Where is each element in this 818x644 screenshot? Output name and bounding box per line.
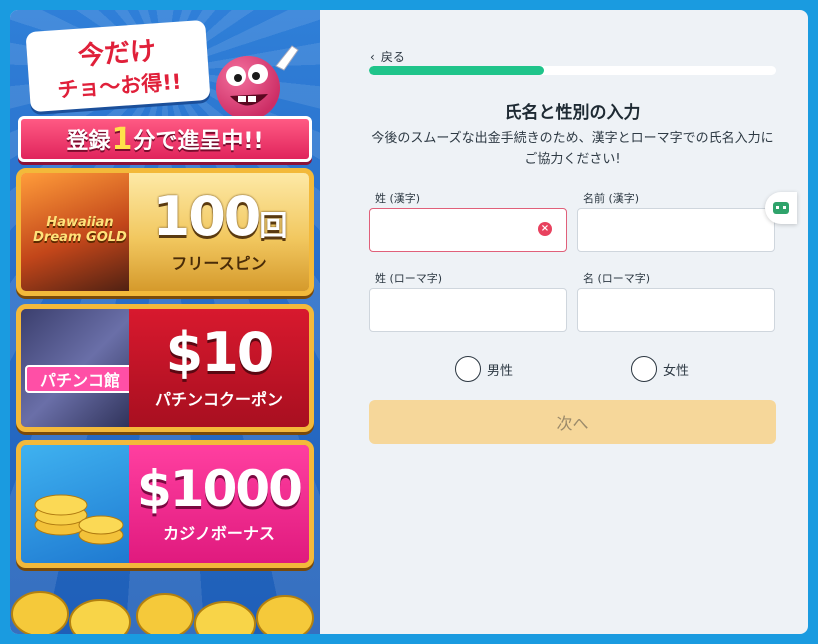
first-name-kanji-input[interactable]	[577, 208, 775, 252]
promo-card-casino-bonus[interactable]: $1000 カジノボーナス	[16, 440, 314, 568]
gender-male-label: 男性	[487, 363, 514, 379]
chevron-left-icon: ‹	[370, 49, 375, 64]
progress-fill	[369, 66, 544, 75]
limited-line1: 今だけ	[77, 35, 158, 72]
promo-card-free-spins[interactable]: Hawaiian Dream GOLD 100回 フリースピン	[16, 168, 314, 296]
gender-male-radio[interactable]: 男性	[455, 356, 513, 382]
slot-game-art: Hawaiian Dream GOLD	[21, 173, 139, 291]
last-name-roman-input[interactable]	[369, 288, 567, 332]
first-name-roman-input[interactable]	[577, 288, 775, 332]
headline-number: 1	[111, 121, 133, 157]
last-name-kanji-label: 姓 (漢字)	[375, 192, 421, 205]
promo-card-pachinko[interactable]: パチンコ館 $10 パチンコクーポン	[16, 304, 314, 432]
radio-circle[interactable]	[455, 356, 481, 382]
page-description: 今後のスムーズな出金手続きのため、漢字とローマ字での氏名入力にご協力ください!	[371, 131, 774, 167]
back-label: 戻る	[380, 50, 405, 64]
promo-banner[interactable]: 今だけ チョ〜お得!! 登録 1 分で進呈中!! Hawaiian Dream …	[10, 10, 320, 634]
headline-post: 分で進呈中!!	[133, 129, 264, 154]
coins-art	[21, 445, 139, 563]
first-name-roman-label: 名 (ローマ字)	[583, 272, 651, 285]
last-name-roman-label: 姓 (ローマ字)	[375, 272, 443, 285]
pachinko-panel: $10 パチンコクーポン	[129, 309, 309, 427]
pachinko-art: パチンコ館	[21, 309, 139, 427]
registration-form: ‹ 戻る 氏名と性別の入力 今後のスムーズな出金手続きのため、漢字とローマ字での…	[320, 10, 808, 634]
back-link[interactable]: ‹ 戻る	[370, 48, 405, 65]
promo-headline: 登録 1 分で進呈中!!	[18, 116, 312, 162]
next-button[interactable]: 次へ	[369, 400, 776, 444]
free-spins-panel: 100回 フリースピン	[129, 173, 309, 291]
gender-female-radio[interactable]: 女性	[631, 356, 689, 382]
free-spins-count: 100	[152, 185, 262, 248]
free-spins-suffix: 回	[259, 209, 287, 242]
page-frame: 今だけ チョ〜お得!! 登録 1 分で進呈中!! Hawaiian Dream …	[10, 10, 808, 634]
progress-bar	[369, 66, 776, 75]
gold-coins-icon	[11, 591, 314, 634]
page-title: 氏名と性別の入力	[504, 103, 641, 123]
error-x-icon[interactable]: ×	[538, 222, 552, 236]
headline-pre: 登録	[66, 129, 111, 154]
casino-bonus-label: カジノボーナス	[163, 524, 275, 543]
gender-female-label: 女性	[663, 363, 690, 379]
pachinko-label: パチンコクーポン	[154, 390, 283, 409]
first-name-kanji-label: 名前 (漢字)	[583, 192, 640, 205]
casino-bonus-panel: $1000 カジノボーナス	[129, 445, 309, 563]
free-spins-amount: 100回	[153, 190, 288, 244]
radio-circle[interactable]	[631, 356, 657, 382]
pachinko-title: パチンコ館	[25, 365, 135, 393]
slot-game-title: Hawaiian Dream GOLD	[33, 215, 127, 245]
limited-line2: チョ〜お得!!	[56, 69, 183, 102]
casino-bonus-amount: $1000	[137, 460, 303, 518]
helper-widget-button[interactable]	[765, 192, 797, 224]
coin-stack-icon	[34, 494, 124, 545]
pachinko-amount: $10	[165, 321, 275, 384]
limited-time-badge: 今だけ チョ〜お得!!	[25, 19, 211, 113]
free-spins-label: フリースピン	[171, 254, 267, 273]
robot-icon	[773, 202, 789, 214]
